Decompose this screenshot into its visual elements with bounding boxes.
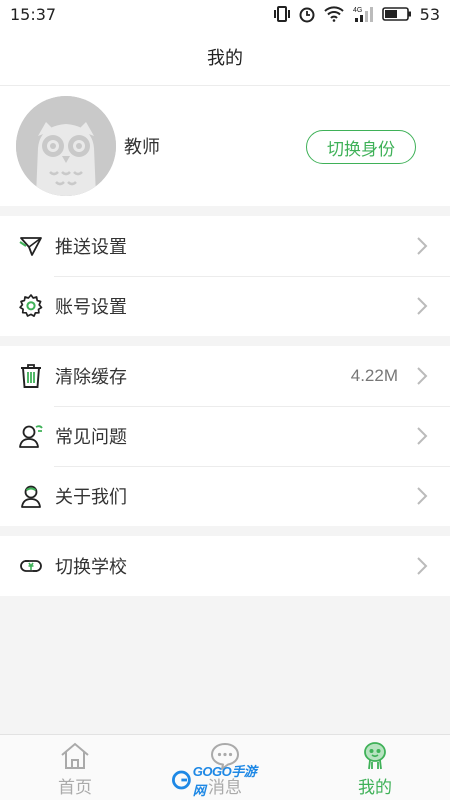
svg-text:4G: 4G [353,7,362,14]
battery-level: 53 [419,4,440,24]
tab-label: 首页 [58,778,92,798]
cache-size: 4.22M [350,366,398,385]
menu-label: 关于我们 [55,487,127,508]
switch-identity-button[interactable]: 切换身份 [306,130,416,164]
mascot-icon [364,742,386,770]
chevron-right-icon [417,367,428,385]
menu-item-account-settings[interactable]: 账号设置 [0,276,450,336]
menu-label: 常见问题 [55,427,127,448]
status-bar: 15:37 4G 53 [0,0,450,28]
home-icon [61,742,89,769]
profile-section: 教师 切换身份 [0,86,450,206]
alarm-icon [299,7,315,23]
avatar[interactable] [16,96,116,196]
trash-icon [18,363,44,389]
watermark-text: GOGO手游网 [192,764,257,798]
gogo-watermark-logo: GOGO手游网 [172,764,264,798]
menu-label: 切换学校 [55,557,127,578]
menu-item-push-settings[interactable]: 推送设置 [0,216,450,276]
menu-label: 推送设置 [55,237,127,258]
menu-item-switch-school[interactable]: 切换学校 [0,536,450,596]
gogo-logo-icon [172,770,191,790]
chevron-right-icon [417,427,428,445]
support-group: 清除缓存 4.22M 常见问题 关于我们 [0,346,450,526]
page-title: 我的 [207,47,243,69]
menu-label: 账号设置 [55,297,127,318]
signal-4g-icon: 4G [353,7,373,22]
chevron-right-icon [417,557,428,575]
school-group: 切换学校 [0,536,450,596]
faq-person-icon [18,423,44,449]
gear-icon [18,293,44,319]
menu-item-about-us[interactable]: 关于我们 [0,466,450,526]
profile-name: 教师 [124,137,160,158]
status-icons: 4G 53 [273,4,440,24]
chevron-right-icon [417,297,428,315]
status-time: 15:37 [10,4,57,24]
about-person-icon [18,483,44,509]
title-bar: 我的 [0,28,450,86]
menu-item-clear-cache[interactable]: 清除缓存 4.22M [0,346,450,406]
tab-home[interactable]: 首页 [0,735,150,800]
battery-icon [381,7,411,21]
owl-avatar-icon [16,96,116,196]
tab-label: 我的 [358,778,392,798]
switch-school-icon [18,553,44,579]
vibrate-icon [273,6,290,22]
tab-mine[interactable]: 我的 [300,735,450,800]
menu-item-faq[interactable]: 常见问题 [0,406,450,466]
menu-label: 清除缓存 [55,367,127,388]
settings-group: 推送设置 账号设置 [0,216,450,336]
wifi-icon [323,6,344,22]
chevron-right-icon [417,487,428,505]
chevron-right-icon [417,237,428,255]
paper-plane-icon [18,233,44,259]
